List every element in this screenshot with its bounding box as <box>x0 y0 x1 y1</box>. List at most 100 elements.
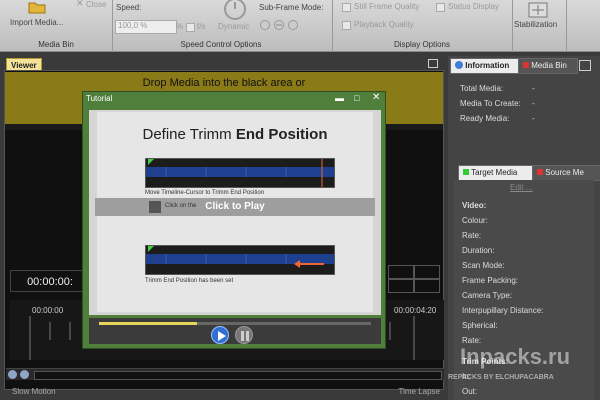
viewer-side-button[interactable] <box>388 265 414 279</box>
slide-title: Define Trimm End Position <box>97 126 373 143</box>
dynamic-button[interactable]: Dynamic <box>218 0 252 34</box>
mini-timeline-graphic <box>146 246 334 268</box>
info-value: - <box>532 99 535 108</box>
tab-source-media[interactable]: Source Me <box>532 165 600 181</box>
tab-information-label: Information <box>465 61 510 70</box>
video-header: Video: <box>462 201 487 210</box>
close-label: Close <box>86 0 107 9</box>
scroll-track[interactable] <box>34 371 442 380</box>
info-label: Total Media: <box>460 84 504 93</box>
fps-unit-button[interactable]: f/s <box>197 22 205 31</box>
target-media-icon <box>463 169 469 175</box>
still-frame-quality-checkbox[interactable] <box>342 3 351 12</box>
ribbon-separator <box>566 0 567 52</box>
import-media-button[interactable]: Import Media... <box>10 0 64 32</box>
info-value: - <box>532 84 535 93</box>
viewer-side-buttons[interactable] <box>388 265 440 293</box>
click-to-play-label[interactable]: Click to Play <box>95 201 375 212</box>
import-media-label: Import Media... <box>10 18 64 27</box>
watermark: Inpacks.ru REPACKS BY ELCHUPACABRA <box>448 344 600 394</box>
sub-frame-mode-label: Sub-Frame Mode: <box>259 3 324 12</box>
info-label: Media To Create: <box>460 99 521 108</box>
status-display-label: Status Display <box>448 2 500 11</box>
tutorial-slide: Define Trimm End Position Move Timeline-… <box>95 112 375 312</box>
tab-target-media[interactable]: Target Media <box>458 165 534 181</box>
playback-quality-label: Playback Quality <box>354 20 414 29</box>
speed-input[interactable]: 100,0 % <box>115 20 177 34</box>
prop-label: Interpupillary Distance: <box>462 306 544 315</box>
dynamic-label: Dynamic <box>218 22 250 31</box>
time-lapse-label: Time Lapse <box>398 387 441 396</box>
sub-frame-mode-buttons[interactable] <box>259 19 303 31</box>
play-button[interactable] <box>211 326 229 344</box>
slide-title-prefix: Define Trimm <box>142 126 236 143</box>
tab-target-media-label: Target Media <box>471 168 518 177</box>
mini-timeline <box>145 245 335 275</box>
timecode-display: 00:00:00: <box>10 270 90 292</box>
folder-icon <box>28 2 46 14</box>
timeline-scrollbar[interactable] <box>6 368 444 380</box>
ribbon-separator <box>512 0 513 52</box>
pause-icon <box>241 331 249 341</box>
viewer-side-button[interactable] <box>388 279 414 293</box>
viewer-side-button[interactable] <box>414 265 440 279</box>
status-display-checkbox[interactable] <box>436 3 445 12</box>
slide-caption: Move Timeline-Cursor to Trimm End Positi… <box>145 190 265 196</box>
close-icon: ✕ <box>76 0 84 8</box>
prop-label: Colour: <box>462 216 488 225</box>
watermark-subtitle: REPACKS BY ELCHUPACABRA <box>448 374 554 381</box>
tutorial-video-area[interactable]: Define Trimm End Position Move Timeline-… <box>89 110 381 315</box>
tutorial-controls <box>89 318 381 344</box>
speed-group-label: Speed Control Options <box>180 40 262 49</box>
mini-timeline <box>145 158 335 188</box>
tab-media-bin[interactable]: Media Bin <box>518 58 578 74</box>
prop-label: Duration: <box>462 246 495 255</box>
info-label: Ready Media: <box>460 114 510 123</box>
still-frame-quality-label: Still Frame Quality <box>354 2 420 11</box>
viewer-side-button[interactable] <box>414 279 440 293</box>
watermark-title: Inpacks.ru <box>460 344 571 369</box>
media-bin-group-label: Media Bin <box>38 40 74 49</box>
percent-unit-button[interactable]: % <box>176 22 183 31</box>
tab-source-media-label: Source Me <box>545 168 584 177</box>
slow-motion-label: Slow Motion <box>12 387 56 396</box>
ribbon-toolbar: Import Media... ✕ Close Media Bin Speed:… <box>0 0 600 52</box>
slide-caption: Trimm End Position has been set <box>145 278 234 284</box>
zoom-in-icon[interactable] <box>20 370 29 379</box>
prop-label: Scan Mode: <box>462 261 505 270</box>
minimize-icon[interactable]: ▬ <box>335 93 344 103</box>
tutorial-progress-fill <box>99 322 197 325</box>
play-icon <box>218 331 226 341</box>
speed-label: Speed: <box>116 3 142 12</box>
display-group-label: Display Options <box>393 40 451 49</box>
prop-label: Camera Type: <box>462 291 513 300</box>
edit-link[interactable]: Edit ... <box>510 183 533 192</box>
viewer-maximize-icon[interactable] <box>428 59 438 68</box>
panel-maximize-icon[interactable] <box>579 60 591 71</box>
close-button[interactable]: ✕ Close <box>76 0 106 10</box>
sub-frame-mode-icons <box>260 20 298 30</box>
prop-label: Rate: <box>462 231 482 240</box>
playback-quality-checkbox[interactable] <box>342 21 351 30</box>
info-icon <box>455 61 463 69</box>
maximize-icon[interactable]: □ <box>354 93 359 103</box>
tutorial-dialog: Tutorial ▬ □ ✕ Define Trimm End Position… <box>82 91 386 349</box>
zoom-out-icon[interactable] <box>8 370 17 379</box>
tab-media-bin-label: Media Bin <box>531 61 567 70</box>
prop-label: Spherical: <box>462 321 498 330</box>
click-to-play-strip[interactable]: Click on the Click to Play <box>95 198 375 216</box>
source-media-icon <box>537 169 543 175</box>
slide-title-bold: End Position <box>235 126 328 143</box>
info-value: - <box>532 114 535 123</box>
stabilization-label: Stabilization <box>514 20 558 29</box>
speed-scale-labels: Slow Motion Time Lapse <box>6 385 444 399</box>
prop-label: Frame Packing: <box>462 276 519 285</box>
pause-button[interactable] <box>235 326 253 344</box>
media-bin-icon <box>523 62 529 68</box>
close-icon[interactable]: ✕ <box>372 92 380 103</box>
stabilization-button[interactable]: Stabilization <box>514 0 564 36</box>
tutorial-progress-bar[interactable] <box>99 322 371 325</box>
percent-radio[interactable] <box>186 23 195 32</box>
tab-information[interactable]: Information <box>450 58 522 74</box>
dialog-title: Tutorial <box>86 94 113 103</box>
